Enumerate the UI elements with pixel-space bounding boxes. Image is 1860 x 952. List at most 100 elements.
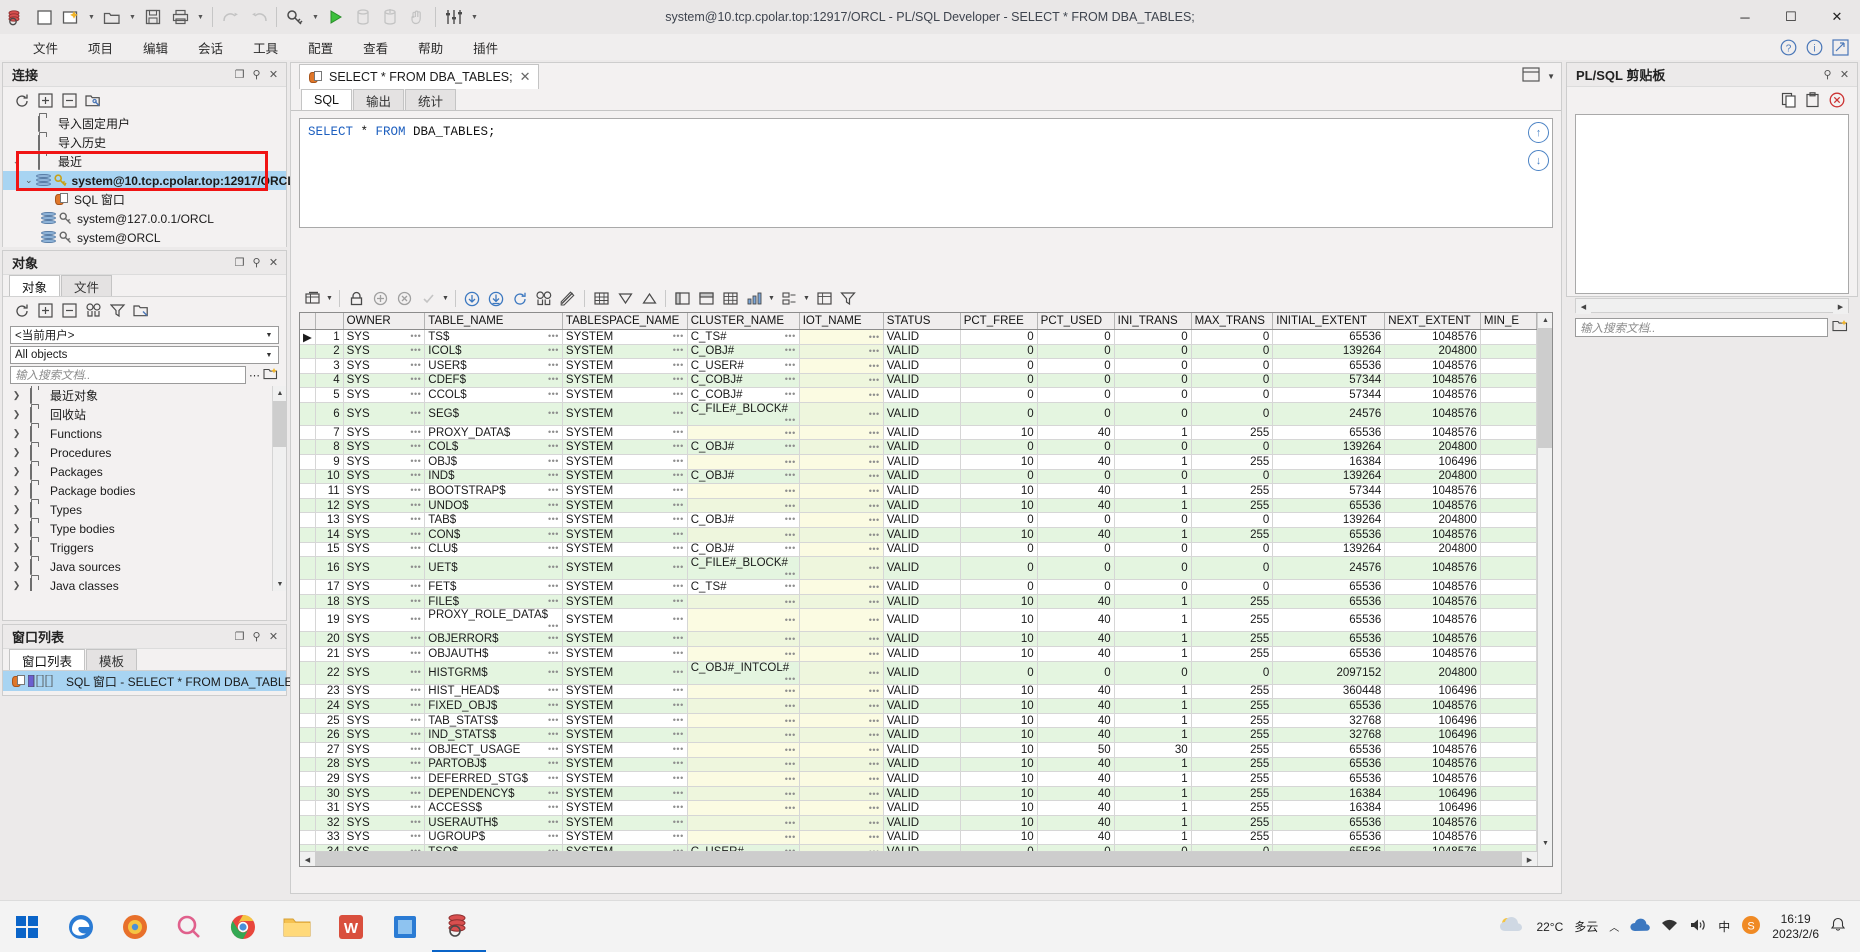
cell-iot-name[interactable]: ••• [799, 557, 883, 580]
cell-initial-extent[interactable]: 32768 [1273, 728, 1385, 743]
cell-max-trans[interactable]: 0 [1191, 513, 1273, 528]
cell-editor-icon[interactable]: ••• [673, 470, 684, 480]
cell-cluster-name[interactable]: C_OBJ#••• [687, 440, 799, 455]
row-number[interactable]: 8 [315, 440, 343, 455]
cell-max-trans[interactable]: 255 [1191, 742, 1273, 757]
table-row[interactable]: 12SYS•••UNDO$•••SYSTEM•••••••••VALID1040… [300, 498, 1537, 513]
cell-pct-free[interactable]: 0 [960, 542, 1037, 557]
cell-max-trans[interactable]: 255 [1191, 609, 1273, 632]
cell-min-e[interactable] [1480, 647, 1536, 662]
cell-cluster-name[interactable]: ••• [687, 699, 799, 714]
twisty-icon[interactable]: ❯ [9, 466, 24, 477]
cell-min-e[interactable] [1480, 699, 1536, 714]
cell-next-extent[interactable]: 1048576 [1385, 699, 1481, 714]
grid-vertical-scrollbar[interactable]: ▲ ▼ [1537, 313, 1552, 866]
cell-editor-icon[interactable]: ••• [673, 408, 684, 418]
cell-status[interactable]: VALID [883, 684, 960, 699]
cell-max-trans[interactable]: 255 [1191, 455, 1273, 470]
cell-initial-extent[interactable]: 65536 [1273, 699, 1385, 714]
cell-pct-used[interactable]: 40 [1037, 772, 1114, 787]
cell-tablespace-name[interactable]: SYSTEM••• [562, 647, 687, 662]
cell-min-e[interactable] [1480, 402, 1536, 425]
cell-editor-icon[interactable]: ••• [548, 729, 559, 739]
cell-editor-icon[interactable]: ••• [410, 715, 421, 725]
table-row[interactable]: 26SYS•••IND_STATS$•••SYSTEM•••••••••VALI… [300, 728, 1537, 743]
cell-editor-icon[interactable]: ••• [785, 803, 796, 813]
cell-initial-extent[interactable]: 32768 [1273, 713, 1385, 728]
sort-asc-icon[interactable] [638, 288, 660, 309]
cell-pct-free[interactable]: 10 [960, 757, 1037, 772]
cell-tablespace-name[interactable]: SYSTEM••• [562, 815, 687, 830]
new-window-dropdown-icon[interactable]: ▼ [85, 4, 98, 30]
cell-iot-name[interactable]: ••• [799, 594, 883, 609]
cell-next-extent[interactable]: 1048576 [1385, 359, 1481, 374]
cell-pct-used[interactable]: 0 [1037, 344, 1114, 359]
objects-node-package-bodies[interactable]: ❯Package bodies [3, 481, 286, 500]
document-tab-sql[interactable]: SELECT * FROM DBA_TABLES; ✕ [299, 64, 539, 89]
cell-editor-icon[interactable]: ••• [673, 648, 684, 658]
cell-ini-trans[interactable]: 0 [1114, 388, 1191, 403]
cell-initial-extent[interactable]: 65536 [1273, 359, 1385, 374]
tree-node-recent[interactable]: ⌄ 最近 [3, 152, 286, 171]
cell-owner[interactable]: SYS••• [343, 661, 425, 684]
cell-min-e[interactable] [1480, 713, 1536, 728]
cell-status[interactable]: VALID [883, 542, 960, 557]
cell-table-name[interactable]: ACCESS$••• [425, 801, 563, 816]
scroll-left-icon[interactable]: ◀ [300, 852, 315, 867]
column-header-tablespace-name[interactable]: TABLESPACE_NAME [562, 313, 687, 329]
cell-pct-used[interactable]: 40 [1037, 594, 1114, 609]
cell-pct-used[interactable]: 0 [1037, 402, 1114, 425]
cell-editor-icon[interactable]: ••• [548, 596, 559, 606]
cell-status[interactable]: VALID [883, 742, 960, 757]
previous-statement-icon[interactable]: ↑ [1528, 122, 1549, 143]
cell-min-e[interactable] [1480, 661, 1536, 684]
cell-editor-icon[interactable]: ••• [410, 773, 421, 783]
row-indicator[interactable] [300, 455, 315, 470]
cell-ini-trans[interactable]: 1 [1114, 786, 1191, 801]
cell-cluster-name[interactable]: C_FILE#_BLOCK#••• [687, 557, 799, 580]
cell-cluster-name[interactable]: ••• [687, 425, 799, 440]
cell-table-name[interactable]: DEPENDENCY$••• [425, 786, 563, 801]
cell-editor-icon[interactable]: ••• [410, 802, 421, 812]
cell-editor-icon[interactable]: ••• [410, 470, 421, 480]
tab-sql[interactable]: SQL [301, 89, 352, 110]
cell-status[interactable]: VALID [883, 455, 960, 470]
cell-iot-name[interactable]: ••• [799, 425, 883, 440]
window-list-item[interactable]: SQL 窗口 - SELECT * FROM DBA_TABLES; [3, 671, 286, 691]
cell-editor-icon[interactable]: ••• [869, 716, 880, 726]
cell-editor-icon[interactable]: ••• [548, 621, 559, 631]
twisty-icon[interactable]: ❯ [9, 485, 24, 496]
cell-owner[interactable]: SYS••• [343, 609, 425, 632]
cell-tablespace-name[interactable]: SYSTEM••• [562, 786, 687, 801]
menu-file[interactable]: 文件 [18, 35, 73, 60]
open-dropdown-icon[interactable]: ▼ [126, 4, 139, 30]
row-number[interactable]: 21 [315, 647, 343, 662]
cell-initial-extent[interactable]: 24576 [1273, 557, 1385, 580]
cell-initial-extent[interactable]: 65536 [1273, 425, 1385, 440]
row-indicator[interactable] [300, 699, 315, 714]
cell-max-trans[interactable]: 255 [1191, 713, 1273, 728]
cell-editor-icon[interactable]: ••• [673, 788, 684, 798]
weather-cloud-icon[interactable] [1498, 915, 1525, 938]
cell-editor-icon[interactable]: ••• [548, 817, 559, 827]
cell-ini-trans[interactable]: 0 [1114, 557, 1191, 580]
cell-editor-icon[interactable]: ••• [548, 408, 559, 418]
row-indicator[interactable] [300, 402, 315, 425]
cell-pct-free[interactable]: 0 [960, 661, 1037, 684]
cell-editor-icon[interactable]: ••• [548, 773, 559, 783]
open-folder-icon[interactable] [99, 4, 125, 30]
tree-node-import-history[interactable]: 导入历史 [3, 133, 286, 152]
cell-cluster-name[interactable]: ••• [687, 830, 799, 845]
tree-node-connection-orcl[interactable]: system@ORCL [3, 228, 286, 247]
cell-tablespace-name[interactable]: SYSTEM••• [562, 594, 687, 609]
cell-pct-used[interactable]: 40 [1037, 699, 1114, 714]
cell-editor-icon[interactable]: ••• [785, 674, 796, 684]
cell-pct-used[interactable]: 40 [1037, 632, 1114, 647]
cell-initial-extent[interactable]: 16384 [1273, 455, 1385, 470]
cell-cluster-name[interactable]: ••• [687, 528, 799, 543]
cell-iot-name[interactable]: ••• [799, 402, 883, 425]
scroll-right-icon[interactable]: ▶ [1522, 852, 1537, 867]
cell-editor-icon[interactable]: ••• [869, 803, 880, 813]
cell-editor-icon[interactable]: ••• [785, 514, 796, 524]
cell-pct-used[interactable]: 40 [1037, 425, 1114, 440]
